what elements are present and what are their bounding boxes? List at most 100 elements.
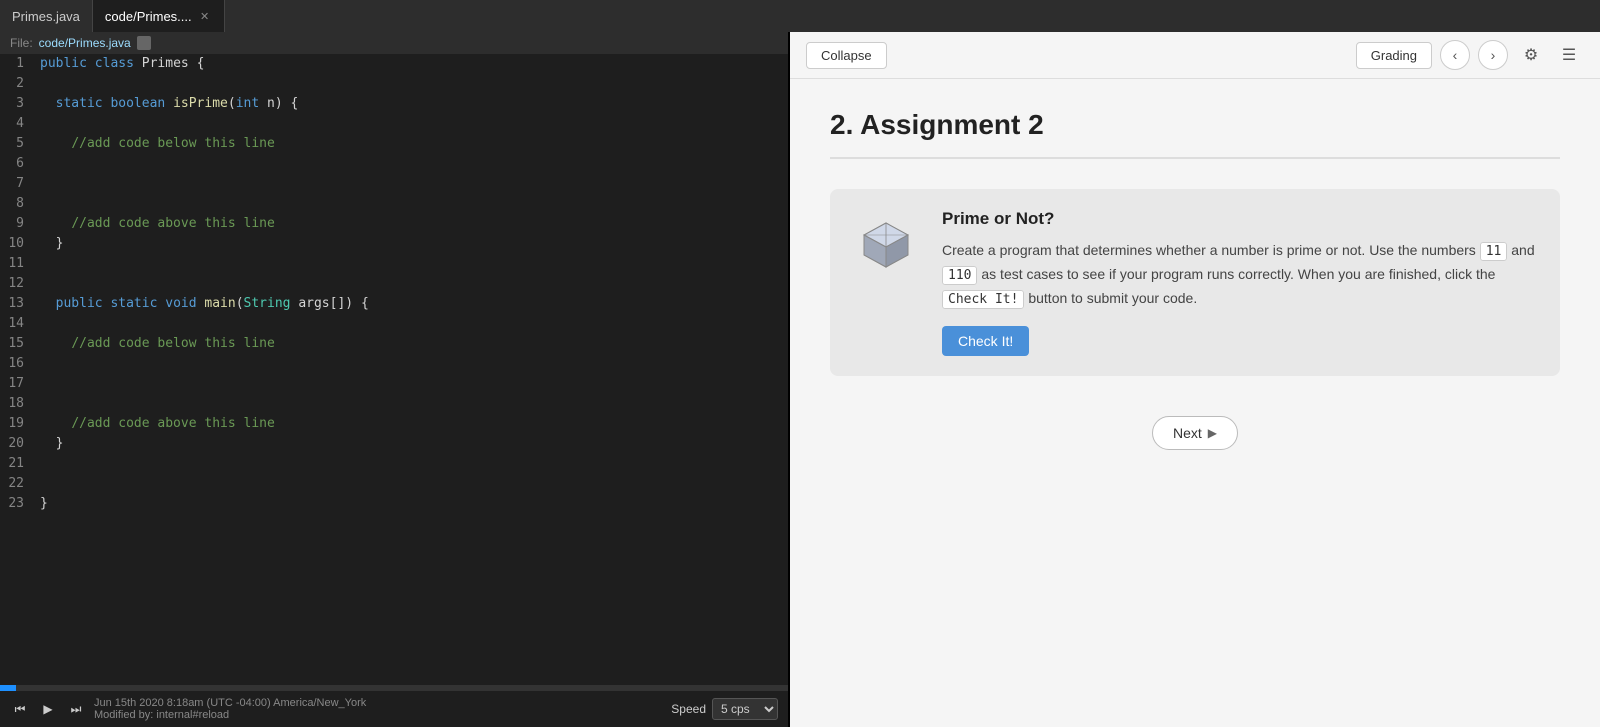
- line-content: [36, 314, 788, 334]
- line-number: 13: [0, 294, 36, 314]
- file-name: code/Primes.java: [39, 36, 131, 50]
- line-content: [36, 74, 788, 94]
- assignment-title: 2. Assignment 2: [830, 109, 1560, 159]
- toolbar-right: Grading ‹ › ⚙ ☰: [1356, 40, 1584, 70]
- task-icon: [850, 209, 922, 281]
- tab-close-icon[interactable]: ✕: [198, 9, 212, 23]
- code-line: 16: [0, 354, 788, 374]
- code-line: 19 //add code above this line: [0, 414, 788, 434]
- bottom-bar: ⏮ ▶ ⏭ Jun 15th 2020 8:18am (UTC -04:00) …: [0, 685, 788, 727]
- task-card: Prime or Not? Create a program that dete…: [830, 189, 1560, 376]
- speed-section: Speed 1 cps 2 cps 5 cps 10 cps 20 cps: [671, 698, 778, 720]
- line-number: 17: [0, 374, 36, 394]
- file-label: File:: [10, 36, 33, 50]
- line-content: [36, 374, 788, 394]
- code-line: 18: [0, 394, 788, 414]
- line-content: }: [36, 494, 788, 514]
- line-content: //add code above this line: [36, 214, 788, 234]
- line-content: //add code below this line: [36, 134, 788, 154]
- code-line: 22: [0, 474, 788, 494]
- line-content: [36, 114, 788, 134]
- code-line: 13 public static void main(String args[]…: [0, 294, 788, 314]
- code-line: 23}: [0, 494, 788, 514]
- code-line: 14: [0, 314, 788, 334]
- cube-svg: [858, 217, 914, 273]
- line-number: 19: [0, 414, 36, 434]
- nav-prev-button[interactable]: ‹: [1440, 40, 1470, 70]
- nav-next-button[interactable]: ›: [1478, 40, 1508, 70]
- collapse-button[interactable]: Collapse: [806, 42, 887, 69]
- tab-code-primes[interactable]: code/Primes.... ✕: [93, 0, 225, 32]
- controls-row: ⏮ ▶ ⏭ Jun 15th 2020 8:18am (UTC -04:00) …: [0, 691, 788, 727]
- code-line: 20 }: [0, 434, 788, 454]
- check-it-button[interactable]: Check It!: [942, 326, 1029, 356]
- line-number: 22: [0, 474, 36, 494]
- tab-label: code/Primes....: [105, 9, 192, 24]
- assignment-content: 2. Assignment 2 Prime or Not?: [790, 79, 1600, 727]
- rewind-button[interactable]: ⏮: [10, 699, 30, 719]
- code-line: 4: [0, 114, 788, 134]
- speed-label: Speed: [671, 702, 706, 716]
- line-number: 3: [0, 94, 36, 114]
- code-line: 9 //add code above this line: [0, 214, 788, 234]
- tab-label: Primes.java: [12, 9, 80, 24]
- line-content: [36, 194, 788, 214]
- line-content: [36, 254, 788, 274]
- line-number: 6: [0, 154, 36, 174]
- main-area: File: code/Primes.java 1public class Pri…: [0, 32, 1600, 727]
- assignment-toolbar: Collapse Grading ‹ › ⚙ ☰: [790, 32, 1600, 79]
- code-line: 3 static boolean isPrime(int n) {: [0, 94, 788, 114]
- grading-button[interactable]: Grading: [1356, 42, 1432, 69]
- line-content: public static void main(String args[]) {: [36, 294, 788, 314]
- next-btn-container: Next ▶: [830, 416, 1560, 450]
- tab-primes-java[interactable]: Primes.java: [0, 0, 93, 32]
- line-content: [36, 454, 788, 474]
- code-editor[interactable]: 1public class Primes {2 3 static boolean…: [0, 54, 788, 685]
- editor-panel: File: code/Primes.java 1public class Pri…: [0, 32, 790, 727]
- code-line: 21: [0, 454, 788, 474]
- line-content: [36, 394, 788, 414]
- code-line: 10 }: [0, 234, 788, 254]
- next-arrow-icon: ▶: [1208, 426, 1217, 440]
- settings-button[interactable]: ⚙: [1516, 40, 1546, 70]
- line-content: [36, 354, 788, 374]
- timestamp: Jun 15th 2020 8:18am (UTC -04:00) Americ…: [94, 697, 366, 709]
- task-description: Create a program that determines whether…: [942, 239, 1536, 310]
- line-number: 15: [0, 334, 36, 354]
- line-number: 12: [0, 274, 36, 294]
- line-content: [36, 154, 788, 174]
- task-title: Prime or Not?: [942, 209, 1536, 229]
- code-line: 8: [0, 194, 788, 214]
- line-content: [36, 274, 788, 294]
- line-content: public class Primes {: [36, 54, 788, 74]
- line-number: 20: [0, 434, 36, 454]
- line-number: 5: [0, 134, 36, 154]
- line-number: 21: [0, 454, 36, 474]
- play-button[interactable]: ▶: [38, 699, 58, 719]
- speed-select[interactable]: 1 cps 2 cps 5 cps 10 cps 20 cps: [712, 698, 778, 720]
- line-content: [36, 174, 788, 194]
- line-content: [36, 474, 788, 494]
- menu-button[interactable]: ☰: [1554, 40, 1584, 70]
- line-number: 14: [0, 314, 36, 334]
- code-checkit: Check It!: [942, 290, 1024, 309]
- next-button[interactable]: Next ▶: [1152, 416, 1238, 450]
- line-number: 10: [0, 234, 36, 254]
- line-number: 1: [0, 54, 36, 74]
- fast-forward-button[interactable]: ⏭: [66, 699, 86, 719]
- code-line: 17: [0, 374, 788, 394]
- assignment-panel: Collapse Grading ‹ › ⚙ ☰ 2. Assignment 2: [790, 32, 1600, 727]
- line-number: 11: [0, 254, 36, 274]
- modified-by-value: internal#reload: [156, 709, 229, 721]
- code-line: 11: [0, 254, 788, 274]
- line-number: 4: [0, 114, 36, 134]
- line-content: }: [36, 234, 788, 254]
- code-line: 6: [0, 154, 788, 174]
- line-content: }: [36, 434, 788, 454]
- line-number: 18: [0, 394, 36, 414]
- code-11: 11: [1480, 242, 1508, 261]
- task-body: Prime or Not? Create a program that dete…: [942, 209, 1536, 356]
- line-number: 7: [0, 174, 36, 194]
- code-line: 7: [0, 174, 788, 194]
- line-number: 23: [0, 494, 36, 514]
